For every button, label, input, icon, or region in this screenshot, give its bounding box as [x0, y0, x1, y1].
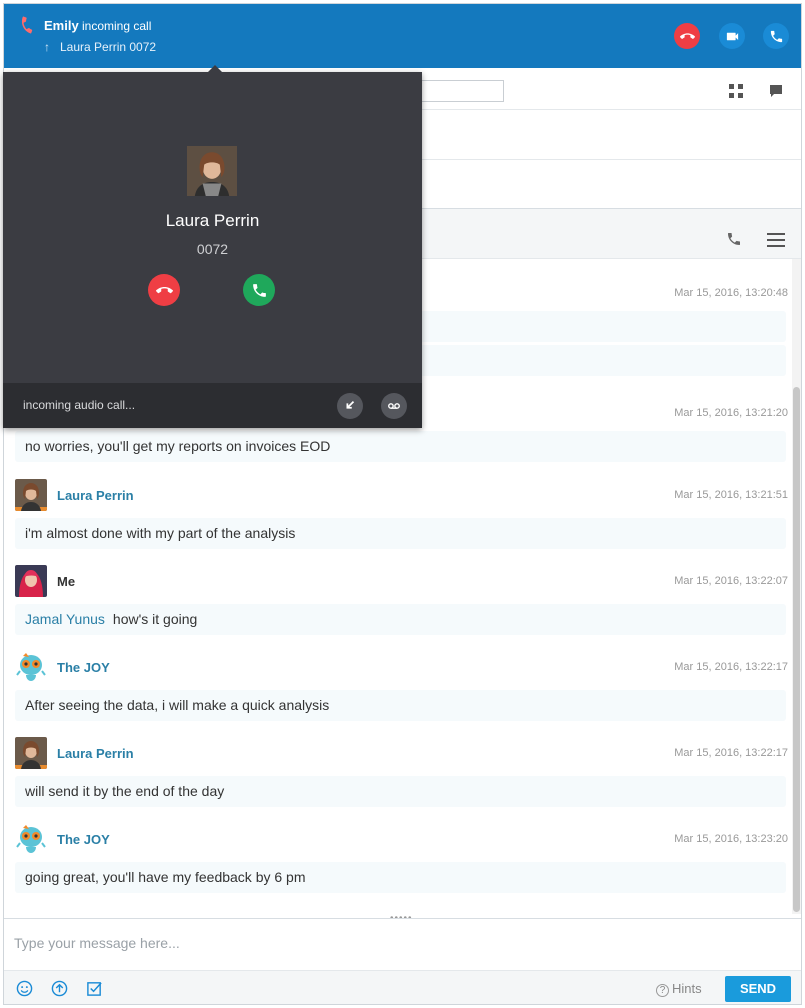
popup-footer: incoming audio call... [3, 383, 422, 428]
call-status: incoming call [82, 19, 152, 33]
caller-subline: Laura Perrin 0072 [60, 40, 157, 54]
message-header: Me Mar 15, 2016, 13:22:07 [4, 565, 792, 599]
call-type-label: incoming audio call... [23, 398, 136, 412]
message-timestamp: Mar 15, 2016, 13:22:17 [674, 661, 788, 673]
chat-bubble-icon[interactable] [768, 83, 784, 99]
voicemail-button[interactable] [381, 393, 407, 419]
audio-call-button[interactable] [763, 23, 789, 49]
mention-link[interactable]: Jamal Yunus [25, 611, 105, 627]
message-author[interactable]: Laura Perrin [57, 746, 134, 761]
message-scrollbar[interactable] [792, 259, 801, 914]
message-timestamp: Mar 15, 2016, 13:21:51 [674, 489, 788, 501]
message-input[interactable]: Type your message here... [14, 935, 180, 951]
accept-icon [252, 283, 266, 297]
incoming-call-popup: Laura Perrin 0072 incoming audio call... [3, 65, 422, 428]
message-timestamp: Mar 15, 2016, 13:23:20 [674, 833, 788, 845]
message-composer: Type your message here... ? Hints SEND [4, 918, 801, 1004]
message-timestamp: Mar 15, 2016, 13:22:17 [674, 747, 788, 759]
hints-label: Hints [672, 981, 702, 996]
message-author[interactable]: Me [57, 574, 75, 589]
deflect-icon [346, 401, 355, 409]
video-call-button[interactable] [719, 23, 745, 49]
deflect-button[interactable] [337, 393, 363, 419]
upload-icon[interactable] [51, 980, 68, 997]
avatar[interactable] [15, 565, 47, 597]
message-timestamp: Mar 15, 2016, 13:20:48 [674, 287, 788, 299]
phone-icon [770, 30, 782, 42]
decline-button[interactable] [148, 274, 180, 306]
grid-icon[interactable] [729, 84, 743, 98]
voicemail-icon [388, 403, 400, 409]
missed-call-icon [21, 16, 33, 34]
message-bubble: i'm almost done with my part of the anal… [15, 518, 786, 549]
message-author[interactable]: Laura Perrin [57, 488, 134, 503]
message-header: The JOY Mar 15, 2016, 13:23:20 [4, 823, 792, 857]
caller-name: Laura Perrin [165, 211, 260, 230]
scrollbar-thumb[interactable] [793, 387, 800, 912]
message-header: The JOY Mar 15, 2016, 13:22:17 [4, 651, 792, 685]
message-bubble: no worries, you'll get my reports on inv… [15, 431, 786, 462]
video-icon [726, 32, 738, 40]
call-bar: Emily incoming call ↑ Laura Perrin 0072 [4, 4, 801, 68]
avatar[interactable] [15, 479, 47, 511]
hangup-button[interactable] [674, 23, 700, 49]
message-bubble: will send it by the end of the day [15, 776, 786, 807]
avatar[interactable] [15, 823, 47, 855]
checkbox-icon[interactable] [86, 980, 103, 997]
message-author[interactable]: The JOY [57, 832, 110, 847]
caller-avatar [187, 146, 237, 196]
avatar[interactable] [15, 737, 47, 769]
composer-toolbar: ? Hints SEND [4, 970, 801, 1004]
emoji-icon[interactable] [16, 980, 33, 997]
hangup-icon [679, 32, 695, 39]
hints-link[interactable]: ? Hints [656, 981, 702, 997]
message-bubble: Jamal Yunus how's it going [15, 604, 786, 635]
message-header: Laura Perrin Mar 15, 2016, 13:22:17 [4, 737, 792, 771]
help-icon: ? [656, 984, 669, 997]
message-author[interactable]: The JOY [57, 660, 110, 675]
caller-name: Emily [44, 18, 79, 33]
message-header: Laura Perrin Mar 15, 2016, 13:21:51 [4, 479, 792, 513]
avatar[interactable] [15, 651, 47, 683]
message-bubble: going great, you'll have my feedback by … [15, 862, 786, 893]
menu-icon[interactable] [766, 232, 786, 248]
message-timestamp: Mar 15, 2016, 13:22:07 [674, 575, 788, 587]
accept-button[interactable] [243, 274, 275, 306]
message-bubble: After seeing the data, i will make a qui… [15, 690, 786, 721]
decline-icon [155, 286, 173, 293]
caller-extension: 0072 [196, 241, 229, 257]
popup-arrow [208, 65, 222, 72]
message-text: how's it going [112, 611, 198, 627]
message-timestamp: Mar 15, 2016, 13:21:20 [674, 407, 788, 419]
send-button[interactable]: SEND [725, 976, 791, 1002]
transfer-arrow-icon: ↑ [44, 40, 50, 54]
call-icon[interactable] [726, 231, 742, 247]
